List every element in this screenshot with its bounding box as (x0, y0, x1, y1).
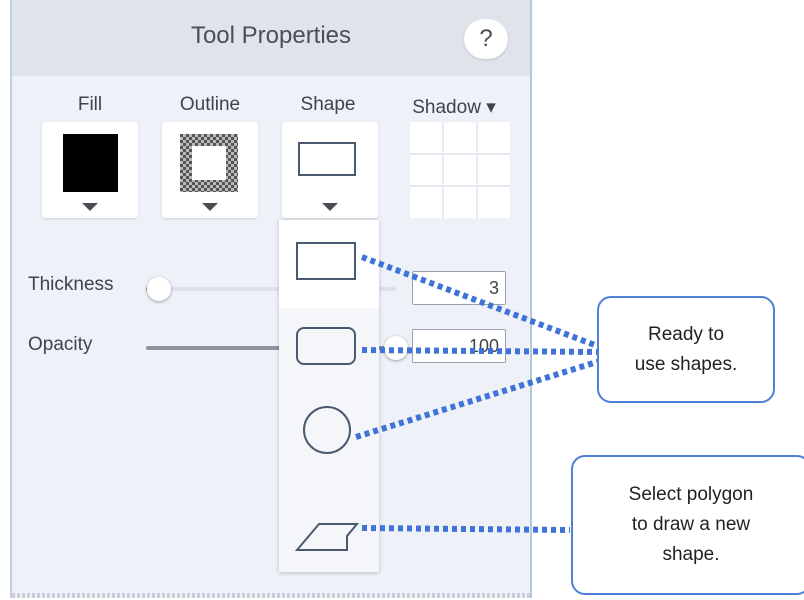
ellipse-icon (303, 406, 351, 454)
panel-header: Tool Properties ? (12, 0, 530, 76)
callout-ready-shapes: Ready to use shapes. (597, 296, 775, 403)
callout-text: Ready to (647, 323, 725, 345)
fill-color-swatch (63, 134, 118, 192)
shape-option-ellipse[interactable] (279, 396, 379, 484)
panel-bottom-edge (12, 593, 530, 598)
callout-text: Select polygon (628, 484, 754, 505)
outline-color-swatch (180, 134, 238, 192)
opacity-label: Opacity (28, 334, 93, 355)
opacity-slider-handle[interactable] (384, 336, 408, 360)
chevron-down-icon (322, 203, 338, 211)
outline-color-button[interactable] (162, 122, 258, 218)
chevron-down-icon (202, 203, 218, 211)
polygon-icon (294, 523, 360, 551)
shape-dropdown-menu (279, 220, 379, 572)
fill-label: Fill (77, 94, 103, 115)
chevron-down-icon (82, 203, 98, 211)
shadow-grid[interactable] (410, 122, 510, 218)
opacity-input[interactable]: 100 (412, 329, 506, 363)
shape-label: Shape (300, 94, 356, 115)
thickness-input[interactable]: 3 (412, 271, 506, 305)
shape-selector-button[interactable] (282, 122, 378, 218)
shape-option-rounded-rectangle[interactable] (279, 308, 379, 396)
shape-option-polygon[interactable] (279, 484, 379, 572)
callout-text: to draw a new (631, 514, 751, 535)
tool-properties-panel: Tool Properties ? Fill Outline Shape Sha… (10, 0, 532, 598)
outline-label: Outline (179, 94, 241, 115)
help-button[interactable]: ? (464, 19, 508, 59)
panel-title: Tool Properties (190, 22, 352, 49)
rectangle-icon (296, 242, 356, 280)
thickness-slider-handle[interactable] (147, 277, 171, 301)
rounded-rectangle-icon (296, 327, 356, 365)
rectangle-icon (298, 142, 356, 176)
fill-color-button[interactable] (42, 122, 138, 218)
thickness-label: Thickness (28, 274, 114, 295)
callout-text: shape. (662, 544, 720, 565)
shadow-dropdown[interactable]: Shadow ▾ (396, 96, 512, 119)
callout-text: use shapes. (634, 353, 738, 375)
callout-polygon: Select polygon to draw a new shape. (571, 455, 804, 595)
shape-option-rectangle[interactable] (279, 220, 379, 308)
